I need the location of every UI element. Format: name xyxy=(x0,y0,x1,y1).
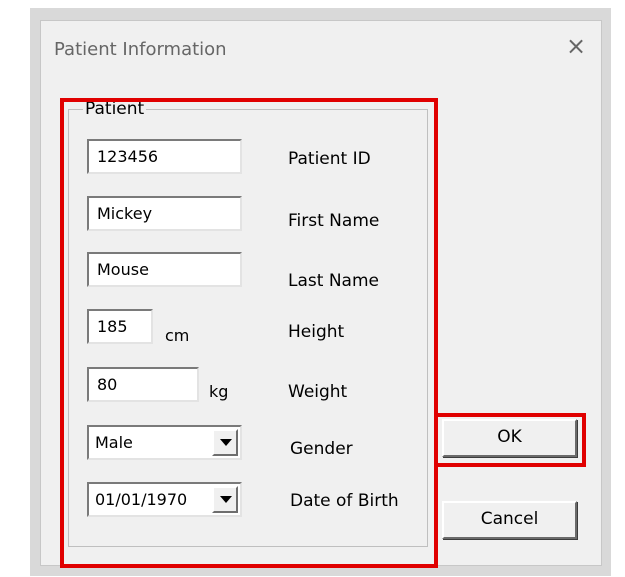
weight-input[interactable]: 80 xyxy=(87,367,199,402)
height-unit-label: cm xyxy=(165,326,190,345)
gender-label: Gender xyxy=(290,439,353,459)
patient-id-label: Patient ID xyxy=(288,149,371,169)
first-name-input[interactable]: Mickey xyxy=(87,196,242,231)
height-label: Height xyxy=(288,322,345,342)
patient-id-input[interactable]: 123456 xyxy=(87,139,242,174)
date-of-birth-value: 01/01/1970 xyxy=(95,490,188,509)
patient-group-label: Patient xyxy=(83,99,147,119)
chevron-down-icon[interactable] xyxy=(212,486,238,513)
chevron-down-icon[interactable] xyxy=(212,429,238,456)
date-of-birth-label: Date of Birth xyxy=(290,491,399,511)
last-name-label: Last Name xyxy=(288,271,379,291)
last-name-input[interactable]: Mouse xyxy=(87,252,242,287)
weight-label: Weight xyxy=(288,382,348,402)
cancel-button[interactable]: Cancel xyxy=(442,501,577,539)
ok-button[interactable]: OK xyxy=(442,419,577,457)
gender-dropdown[interactable]: Male xyxy=(87,425,242,460)
patient-info-dialog: Patient Information × Patient 123456 Pat… xyxy=(40,20,602,568)
close-icon[interactable]: × xyxy=(563,33,589,59)
height-input[interactable]: 185 xyxy=(87,309,153,344)
date-of-birth-picker[interactable]: 01/01/1970 xyxy=(87,482,242,517)
gender-value: Male xyxy=(95,433,133,452)
weight-unit-label: kg xyxy=(209,382,229,401)
first-name-label: First Name xyxy=(288,211,380,231)
dialog-title: Patient Information xyxy=(54,39,227,60)
